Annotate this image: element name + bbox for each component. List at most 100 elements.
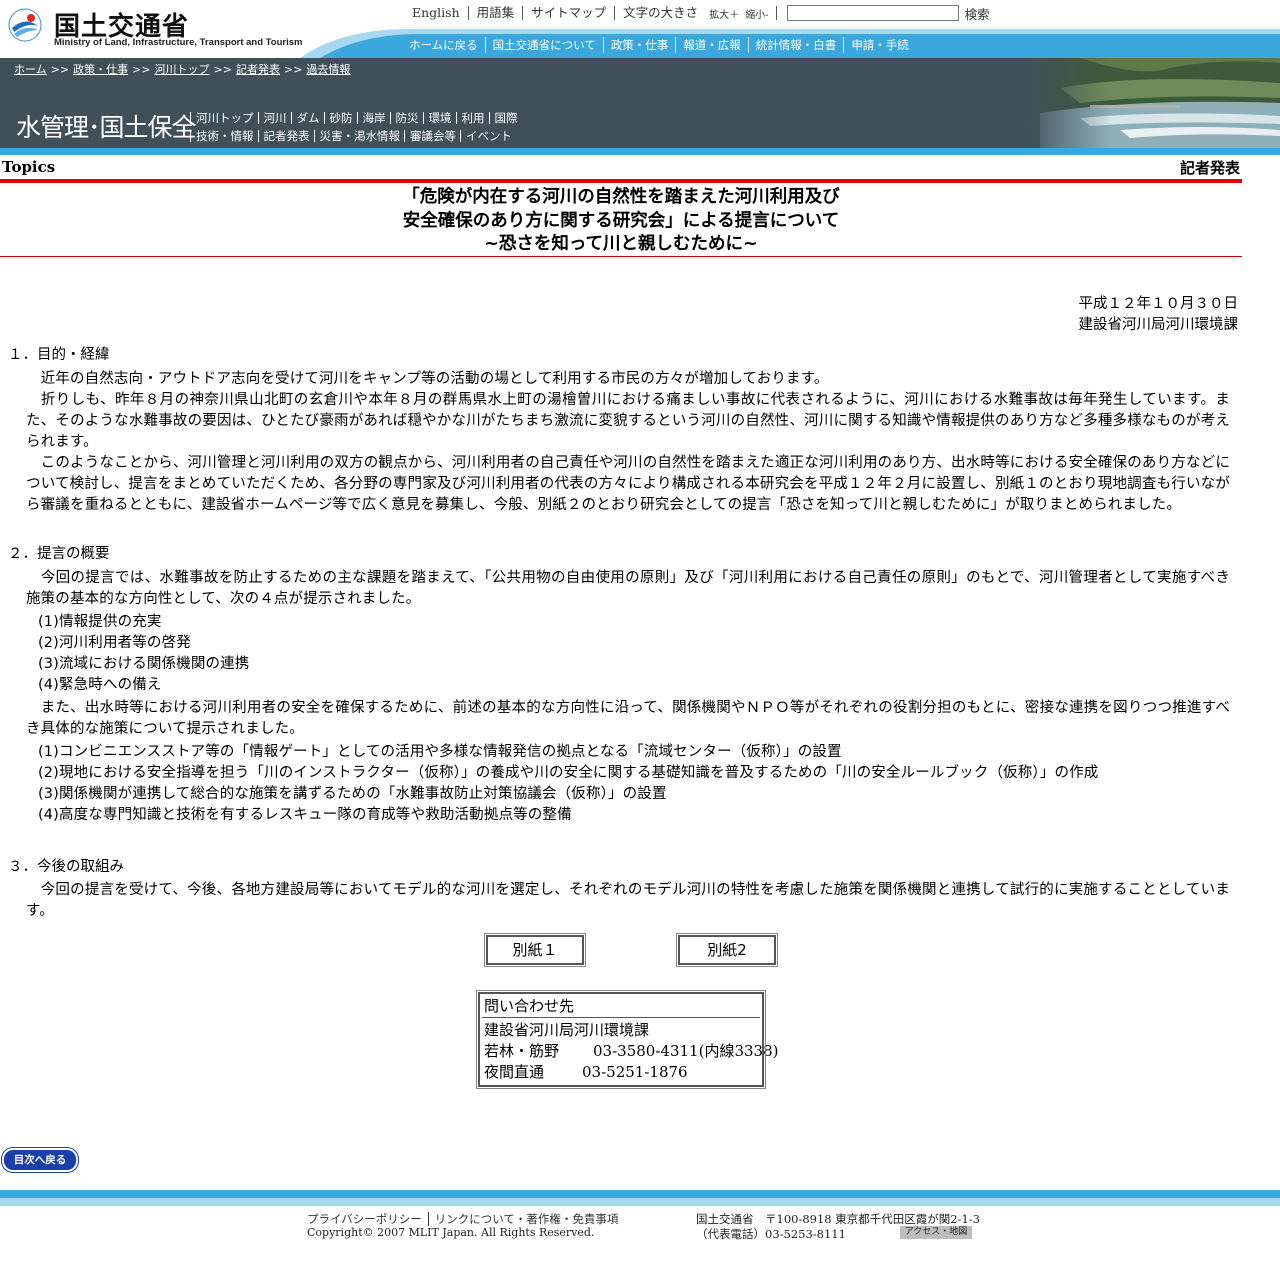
subnav-dam[interactable]: ダム xyxy=(290,112,324,124)
gnav-applications[interactable]: 申請・手続 xyxy=(844,37,916,53)
footer-copyright: Copyright© 2007 MLIT Japan. All Rights R… xyxy=(307,1226,595,1239)
gnav-statistics[interactable]: 統計情報・白書 xyxy=(749,37,845,53)
contact-dept: 建設省河川局河川環境課 xyxy=(484,1021,650,1039)
contact-staff-tel: 03-3580-4311(内線3338) xyxy=(593,1042,779,1060)
back-to-index-button[interactable]: 目次へ戻る xyxy=(1,1147,79,1173)
topics-label: Topics xyxy=(2,158,56,176)
global-nav: ホームに戻る 国土交通省について 政策・仕事 報道・広報 統計情報・白書 申請・… xyxy=(402,37,916,53)
subnav-events[interactable]: イベント xyxy=(460,130,516,142)
footer-links: プライバシーポリシー リンクについて・著作権・免責事項 xyxy=(307,1211,618,1227)
mlit-logo-icon[interactable] xyxy=(8,8,42,42)
footer-address: 国土交通省 〒100-8918 東京都千代田区霞が関2-1-3 xyxy=(696,1212,980,1226)
footer-band-light xyxy=(0,1198,1280,1206)
contact-body: 建設省河川局河川環境課 若林・筋野 03-3580-4311(内線3338) 夜間… xyxy=(482,1020,778,1083)
gnav-press[interactable]: 報道・広報 xyxy=(676,37,749,53)
contact-night-label: 夜間直通 xyxy=(484,1063,545,1081)
section-heading: ３．今後の取組み xyxy=(8,859,124,875)
breadcrumb-sep: >> xyxy=(132,63,151,76)
breadcrumb-policy[interactable]: 政策・仕事 xyxy=(73,63,128,76)
subnav-coast[interactable]: 海岸 xyxy=(356,112,390,124)
page-title-line: ~恐さを知って川と親しむために~ xyxy=(484,234,758,254)
attachment-2-button[interactable]: 別紙2 xyxy=(676,933,778,967)
release-issuer: 建設省河川局河川環境課 xyxy=(1078,317,1239,333)
body-paragraph: また、出水時等における河川利用者の安全を確保するために、前述の基本的な方向性に沿… xyxy=(26,700,1230,737)
title-underline xyxy=(0,256,1242,257)
font-smaller-button[interactable]: 縮小- xyxy=(742,6,771,21)
list-item: (4)緊急時への備え xyxy=(38,677,162,693)
subnav-international[interactable]: 国際 xyxy=(488,112,522,124)
breadcrumb-river-top[interactable]: 河川トップ xyxy=(155,63,210,76)
search-input[interactable] xyxy=(786,5,959,21)
body-paragraph: 近年の自然志向・アウトドア志向を受けて河川をキャンプ等の活動の場として利用する市… xyxy=(26,371,829,387)
list-item: (4)高度な専門知識と技術を有するレスキュー隊の育成等や救助活動拠点等の整備 xyxy=(38,807,572,823)
subnav-press[interactable]: 記者発表 xyxy=(257,130,314,142)
subnav-disaster-info[interactable]: 災害・渇水情報 xyxy=(313,130,405,142)
subnav-sabo[interactable]: 砂防 xyxy=(323,112,357,124)
subnav-river-top[interactable]: 河川トップ xyxy=(190,112,258,124)
footer-tel: （代表電話）03-5253-8111 xyxy=(696,1227,846,1241)
breadcrumb-archive[interactable]: 過去情報 xyxy=(306,63,350,76)
gnav-about[interactable]: 国土交通省について xyxy=(486,37,604,53)
contact-table: 問い合わせ先 建設省河川局河川環境課 若林・筋野 03-3580-4311(内線3… xyxy=(476,990,778,1089)
util-link-sitemap[interactable]: サイトマップ xyxy=(523,6,616,20)
list-item: (1)情報提供の充実 xyxy=(38,614,162,630)
font-size-label: 文字の大きさ xyxy=(623,5,699,20)
breadcrumb-press[interactable]: 記者発表 xyxy=(236,63,280,76)
attachment-1-button[interactable]: 別紙１ xyxy=(484,933,586,967)
section-heading: ２．提言の概要 xyxy=(8,546,110,562)
list-item: (3)流域における関係機関の連携 xyxy=(38,656,250,672)
breadcrumb: ホーム >> 政策・仕事 >> 河川トップ >> 記者発表 >> 過去情報 xyxy=(14,61,350,77)
contact-night-tel: 03-5251-1876 xyxy=(582,1063,688,1081)
body-paragraph: 折りしも、昨年８月の神奈川県山北町の玄倉川や本年８月の群馬県水上町の湯檜曽川にお… xyxy=(26,392,1230,450)
gnav-home[interactable]: ホームに戻る xyxy=(402,37,486,53)
section-heading: １．目的・経緯 xyxy=(8,347,110,363)
footer-band xyxy=(0,1190,1280,1198)
gnav-policy[interactable]: 政策・仕事 xyxy=(604,37,677,53)
list-item: (3)関係機関が連携して総合的な施策を講ずるための「水難事故防止対策協議会（仮称… xyxy=(38,786,667,802)
subnav-environment[interactable]: 環境 xyxy=(422,112,456,124)
breadcrumb-sep: >> xyxy=(50,63,70,76)
contact-night-row: 夜間直通 03-5251-1876 xyxy=(484,1062,758,1083)
contact-heading: 問い合わせ先 xyxy=(482,996,760,1018)
search-button[interactable]: 検索 xyxy=(965,4,990,23)
footer-privacy-link[interactable]: プライバシーポリシー xyxy=(307,1212,422,1226)
release-date: 平成１２年１０月３０日 xyxy=(1078,296,1239,312)
subnav-river[interactable]: 河川 xyxy=(257,112,291,124)
river-landscape-image xyxy=(1020,58,1280,148)
category-label: 記者発表 xyxy=(1179,159,1240,177)
section-title[interactable]: 水管理･国土保全 xyxy=(16,108,197,144)
contact-staff-row: 若林・筋野 03-3580-4311(内線3338) xyxy=(484,1041,778,1062)
section-subnav: 河川トップ 河川 ダム 砂防 海岸 防災 環境 利用 国際 技術・情報 記者発表… xyxy=(190,109,522,145)
list-item: (2)現地における安全指導を担う「川のインストラクター（仮称）」の養成や川の安全… xyxy=(38,765,1099,781)
logo-title-en[interactable]: Ministry of Land, Infrastructure, Transp… xyxy=(54,37,302,48)
util-link-english[interactable]: English xyxy=(404,6,469,20)
list-item: (2)河川利用者等の啓発 xyxy=(38,635,191,651)
util-link-glossary[interactable]: 用語集 xyxy=(469,6,524,20)
site-header: 国土交通省 Ministry of Land, Infrastructure, … xyxy=(0,0,1280,58)
banner-accent-band xyxy=(0,148,1280,155)
breadcrumb-home[interactable]: ホーム xyxy=(14,63,47,76)
page-title: 「危険が内在する河川の自然性を踏まえた河川利用及び 安全確保のあり方に関する研究… xyxy=(0,186,1242,257)
subnav-disaster-prevention[interactable]: 防災 xyxy=(389,112,423,124)
section-banner: ホーム >> 政策・仕事 >> 河川トップ >> 記者発表 >> 過去情報 水管理･国土保全 河… xyxy=(0,58,1280,148)
body-paragraph: 今回の提言を受けて、今後、各地方建設局等においてモデル的な河川を選定し、それぞれ… xyxy=(26,882,1230,919)
page-title-line: 「危険が内在する河川の自然性を踏まえた河川利用及び xyxy=(402,187,840,207)
subnav-row: 技術・情報 記者発表 災害・渇水情報 審議会等 イベント xyxy=(190,127,522,145)
title-divider xyxy=(0,179,1242,183)
util-divider xyxy=(775,6,777,20)
subnav-row: 河川トップ 河川 ダム 砂防 海岸 防災 環境 利用 国際 xyxy=(190,109,522,127)
font-bigger-button[interactable]: 拡大＋ xyxy=(706,6,742,21)
page-title-line: 安全確保のあり方に関する研究会」による提言について xyxy=(402,210,840,231)
subnav-councils[interactable]: 審議会等 xyxy=(404,130,460,142)
breadcrumb-sep: >> xyxy=(283,63,303,76)
list-item: (1)コンビニエンスストア等の「情報ゲート」としての活用や多様な情報発信の拠点と… xyxy=(38,744,842,760)
utility-links: English 用語集 サイトマップ 文字の大きさ 拡大＋ 縮小- 検索 xyxy=(404,4,990,22)
body-paragraph: 今回の提言では、水難事故を防止するための主な課題を踏まえて、「公共用物の自由使用… xyxy=(26,570,1230,607)
footer-terms-link[interactable]: リンクについて・著作権・免責事項 xyxy=(435,1212,619,1226)
access-map-button[interactable]: アクセス・地図 xyxy=(900,1226,972,1239)
contact-staff-names: 若林・筋野 xyxy=(484,1042,560,1060)
subnav-technology[interactable]: 技術・情報 xyxy=(190,130,258,142)
release-info: 平成１２年１０月３０日 建設省河川局河川環境課 xyxy=(1079,294,1239,336)
subnav-use[interactable]: 利用 xyxy=(455,112,489,124)
footer-divider xyxy=(427,1212,429,1226)
